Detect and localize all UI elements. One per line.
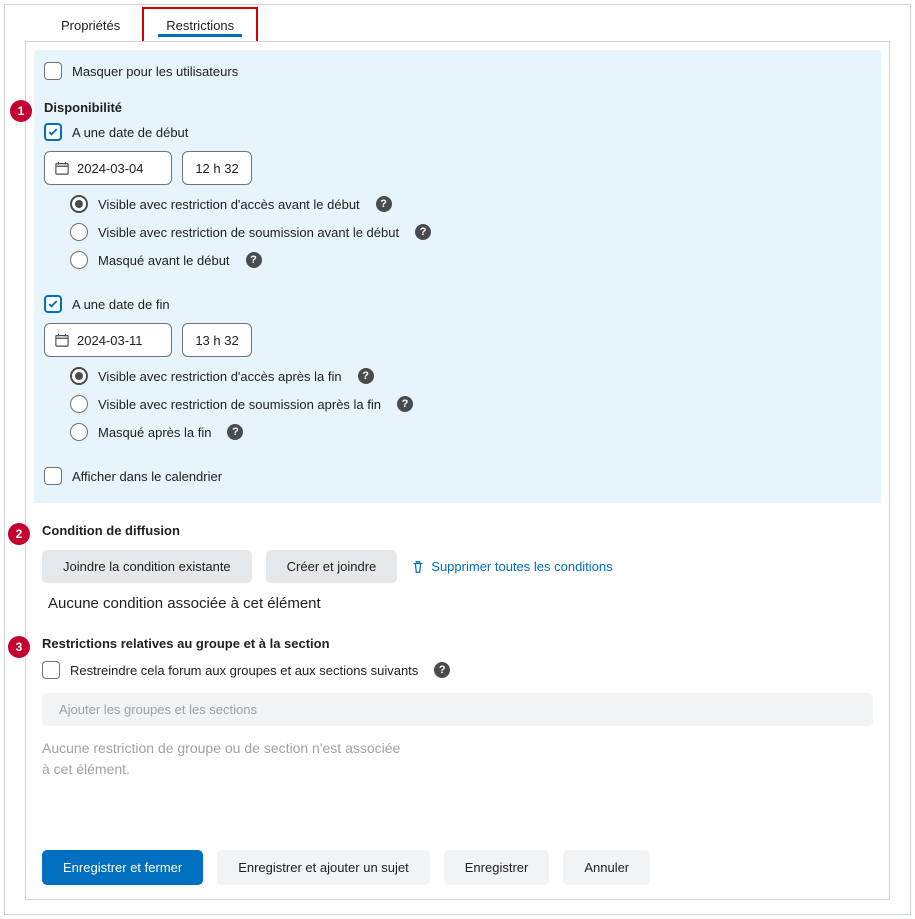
restrictions-panel: Masquer pour les utilisateurs 1 Disponib… [25,41,890,900]
help-icon[interactable]: ? [415,224,431,240]
restrict-group-checkbox[interactable] [42,661,60,679]
start-opt-hidden-radio[interactable] [70,251,88,269]
end-date-value: 2024-03-11 [77,333,143,348]
end-opt-hidden-radio[interactable] [70,423,88,441]
tab-bar: Propriétés Restrictions [5,5,910,41]
save-add-button[interactable]: Enregistrer et ajouter un sujet [217,850,430,885]
add-groups-button: Ajouter les groupes et les sections [42,693,873,726]
remove-all-conditions-link[interactable]: Supprimer toutes les conditions [411,559,612,574]
group-title: Restrictions relatives au groupe et à la… [42,636,330,651]
end-opt-access-radio[interactable] [70,367,88,385]
remove-all-label: Supprimer toutes les conditions [431,559,612,574]
group-heading: 3 Restrictions relatives au groupe et à … [42,636,873,651]
help-icon[interactable]: ? [227,424,243,440]
tab-properties[interactable]: Propriétés [39,9,142,41]
end-date-inputs: 2024-03-11 13 h 32 [44,323,871,357]
cancel-button[interactable]: Annuler [563,850,650,885]
calendar-row: Afficher dans le calendrier [44,467,871,485]
hide-users-row: Masquer pour les utilisateurs [44,62,871,80]
availability-zone: Masquer pour les utilisateurs 1 Disponib… [34,50,881,503]
end-opt-submit-label: Visible avec restriction de soumission a… [98,397,381,412]
start-opt-access-label: Visible avec restriction d'accès avant l… [98,197,360,212]
end-opt-access-label: Visible avec restriction d'accès après l… [98,369,342,384]
footer-buttons: Enregistrer et fermer Enregistrer et ajo… [42,850,650,885]
end-date-label: A une date de fin [72,297,170,312]
trash-icon [411,560,425,574]
marker-3: 3 [8,636,30,658]
save-button[interactable]: Enregistrer [444,850,550,885]
start-opt-access-radio[interactable] [70,195,88,213]
hide-users-checkbox[interactable] [44,62,62,80]
create-condition-button[interactable]: Créer et joindre [266,550,398,583]
start-time-field[interactable]: 12 h 32 [182,151,252,185]
start-opt-submit-label: Visible avec restriction de soumission a… [98,225,399,240]
end-opt-submit-radio[interactable] [70,395,88,413]
restrict-group-row: Restreindre cela forum aux groupes et au… [42,661,873,679]
start-date-row: A une date de début [44,123,871,141]
window: Propriétés Restrictions Masquer pour les… [4,4,911,915]
start-date-checkbox[interactable] [44,123,62,141]
availability-title: Disponibilité [44,100,122,115]
end-date-row: A une date de fin [44,295,871,313]
release-heading: 2 Condition de diffusion [42,523,873,538]
help-icon[interactable]: ? [376,196,392,212]
marker-2: 2 [8,523,30,545]
hide-users-label: Masquer pour les utilisateurs [72,64,238,79]
calendar-checkbox[interactable] [44,467,62,485]
start-date-field[interactable]: 2024-03-04 [44,151,172,185]
end-date-checkbox[interactable] [44,295,62,313]
end-opt-hidden-label: Masqué après la fin [98,425,211,440]
help-icon[interactable]: ? [397,396,413,412]
start-opt-hidden-label: Masqué avant le début [98,253,230,268]
help-icon[interactable]: ? [434,662,450,678]
start-time-value: 12 h 32 [195,161,238,176]
end-date-field[interactable]: 2024-03-11 [44,323,172,357]
help-icon[interactable]: ? [358,368,374,384]
release-buttons: Joindre la condition existante Créer et … [42,550,873,583]
end-time-field[interactable]: 13 h 32 [182,323,252,357]
tab-restrictions[interactable]: Restrictions [142,7,258,41]
group-none-text: Aucune restriction de groupe ou de secti… [42,738,402,780]
start-date-value: 2024-03-04 [77,161,144,176]
restrict-group-label: Restreindre cela forum aux groupes et au… [70,663,418,678]
start-opt-submit-radio[interactable] [70,223,88,241]
release-title: Condition de diffusion [42,523,180,538]
calendar-icon [55,161,69,175]
marker-1: 1 [10,100,32,122]
calendar-icon [55,333,69,347]
attach-condition-button[interactable]: Joindre la condition existante [42,550,252,583]
release-none-text: Aucune condition associée à cet élément [48,595,873,612]
availability-heading: 1 Disponibilité [44,100,871,115]
calendar-label: Afficher dans le calendrier [72,469,222,484]
start-date-inputs: 2024-03-04 12 h 32 [44,151,871,185]
help-icon[interactable]: ? [246,252,262,268]
end-time-value: 13 h 32 [195,333,238,348]
start-date-label: A une date de début [72,125,188,140]
save-close-button[interactable]: Enregistrer et fermer [42,850,203,885]
